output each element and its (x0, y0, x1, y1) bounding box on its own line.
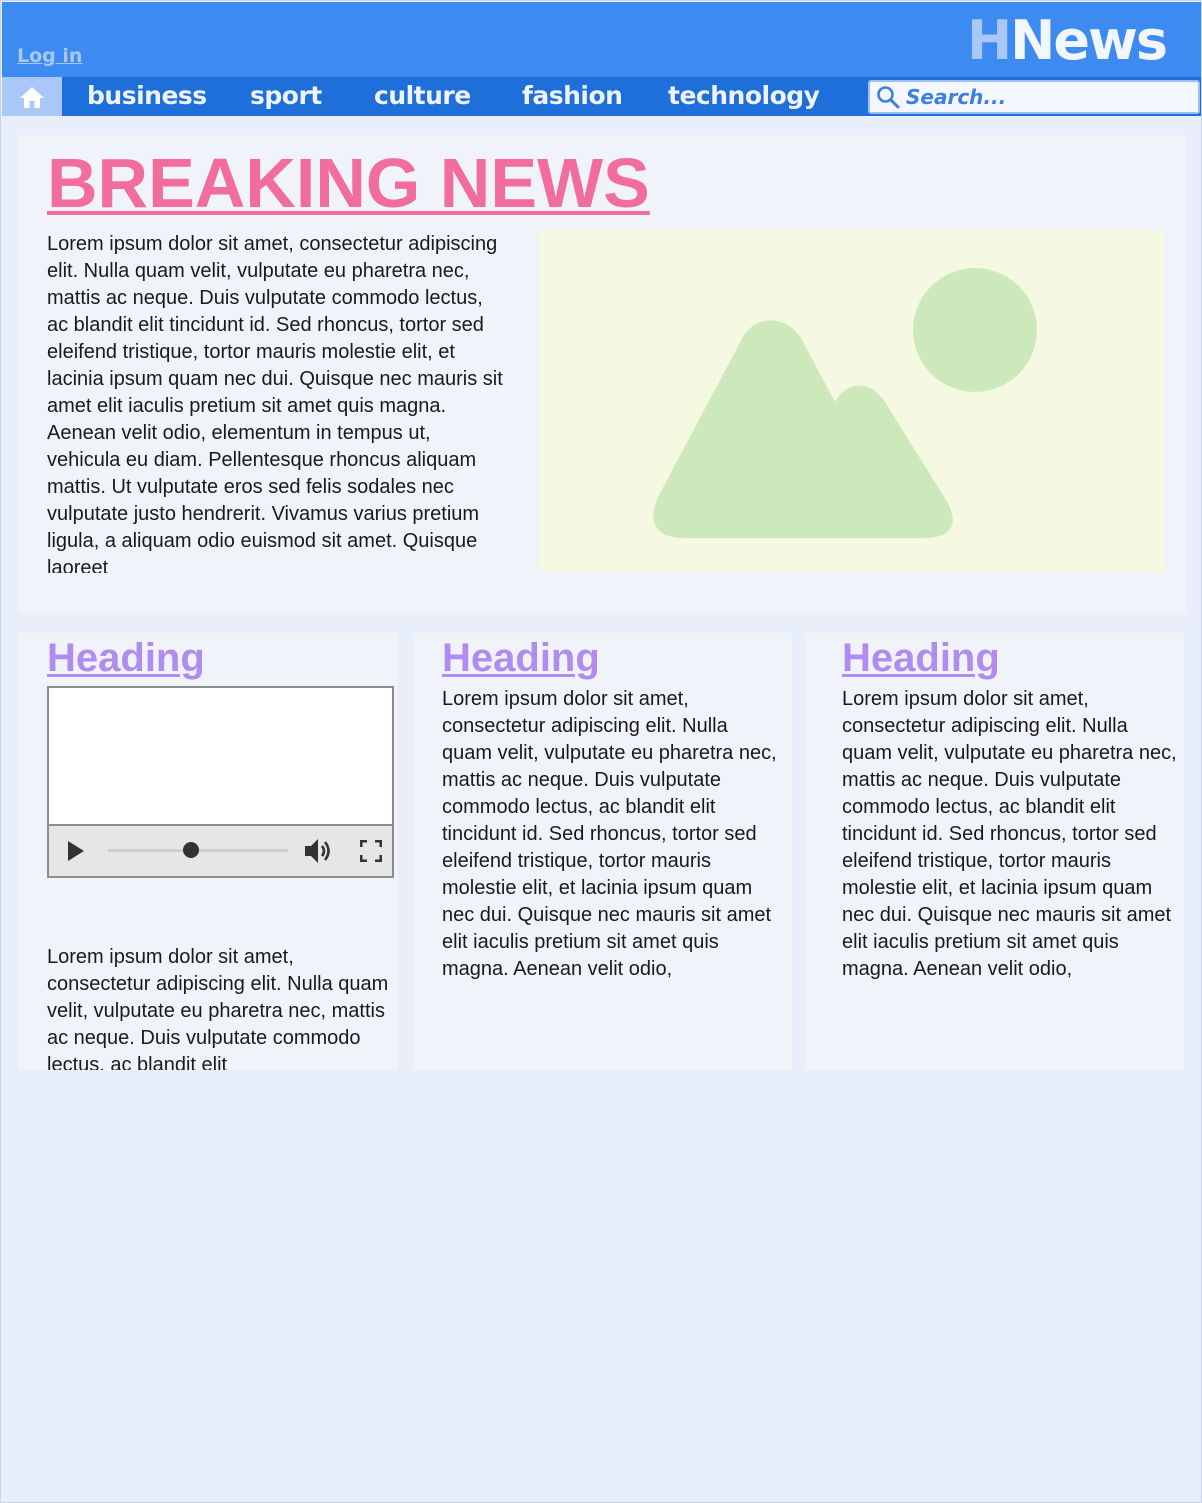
column-3-heading[interactable]: Heading (842, 636, 1000, 681)
login-link[interactable]: Log in (17, 45, 82, 67)
nav-item-business[interactable]: business (87, 77, 207, 116)
volume-icon[interactable] (303, 837, 333, 865)
column-3-body: Lorem ipsum dolor sit amet, consectetur … (842, 688, 1177, 980)
logo-letter-h: H (966, 9, 1012, 72)
home-icon (20, 86, 44, 108)
nav-item-fashion[interactable]: fashion (522, 77, 623, 116)
search-box[interactable] (868, 80, 1200, 114)
nav-bar: business sport culture fashion technolog… (2, 77, 1201, 116)
column-2-body: Lorem ipsum dolor sit amet, consectetur … (442, 688, 777, 980)
breaking-news-image (539, 230, 1164, 572)
column-1-body: Lorem ipsum dolor sit amet, consectetur … (47, 946, 389, 1070)
home-button[interactable] (2, 77, 62, 116)
site-logo[interactable]: HNews (966, 9, 1168, 72)
search-icon (877, 86, 900, 109)
video-controls (49, 824, 392, 876)
search-input[interactable] (906, 85, 1186, 109)
nav-item-technology[interactable]: technology (668, 77, 820, 116)
video-player[interactable] (47, 686, 394, 878)
logo-word-news: News (1010, 9, 1168, 72)
column-1-heading[interactable]: Heading (47, 636, 205, 681)
article-column-1: Heading Lorem ipsum dolor sit amet, cons… (18, 633, 398, 1070)
fullscreen-icon[interactable] (360, 840, 382, 862)
breaking-news-section: BREAKING NEWS Lorem ipsum dolor sit amet… (18, 135, 1186, 613)
breaking-news-body: Lorem ipsum dolor sit amet, consectetur … (47, 233, 503, 573)
page: Log in HNews business sport culture fash… (0, 0, 1202, 1503)
image-placeholder-icon (653, 268, 1037, 538)
video-progress-knob[interactable] (182, 842, 199, 858)
nav-item-sport[interactable]: sport (250, 77, 322, 116)
nav-item-culture[interactable]: culture (374, 77, 471, 116)
header-bar: Log in HNews (2, 2, 1201, 77)
play-icon[interactable] (66, 840, 86, 862)
article-column-2: Heading Lorem ipsum dolor sit amet, cons… (413, 633, 792, 1070)
breaking-news-title[interactable]: BREAKING NEWS (47, 143, 650, 223)
article-column-3: Heading Lorem ipsum dolor sit amet, cons… (805, 633, 1184, 1070)
column-2-heading[interactable]: Heading (442, 636, 600, 681)
